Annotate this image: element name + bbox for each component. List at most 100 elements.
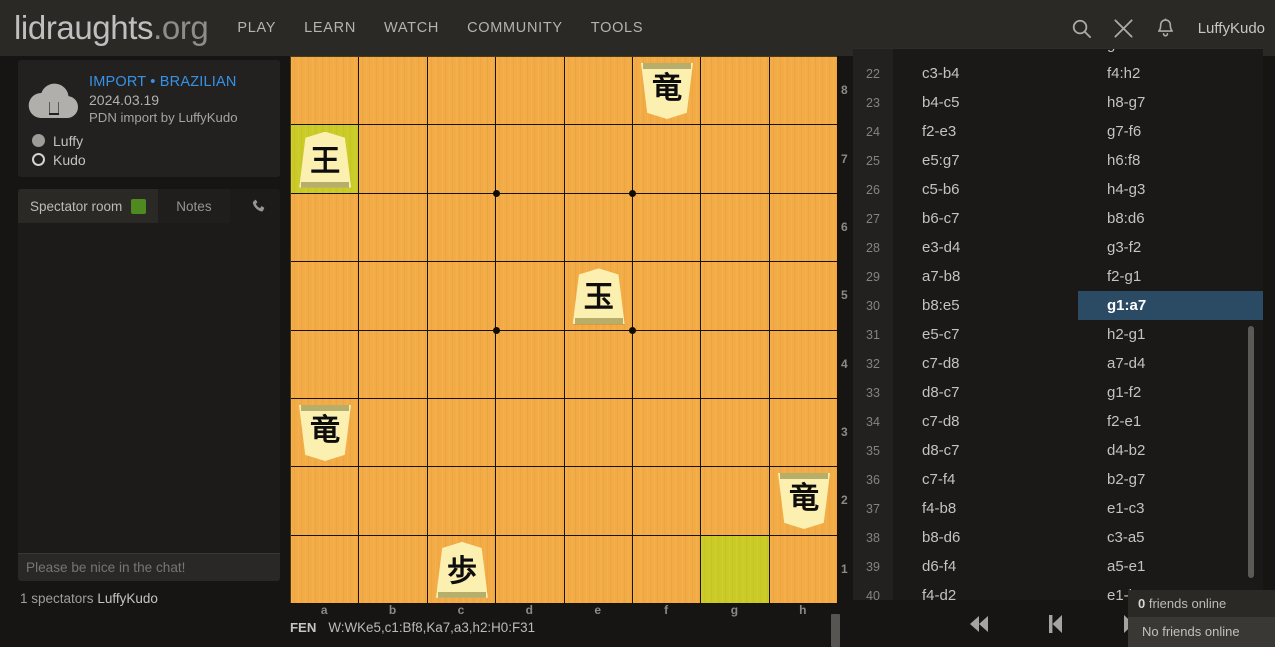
nav-item-community[interactable]: COMMUNITY [467,20,563,36]
move-white[interactable]: c7-d8 [893,349,1078,378]
move-white[interactable]: b4-c5 [893,88,1078,117]
move-black[interactable]: g1:a7 [1078,291,1263,320]
board-square-c7[interactable] [427,125,497,194]
friends-widget[interactable]: 0 friends online No friends online [1128,590,1275,647]
move-black[interactable]: d4-b2 [1078,436,1263,465]
piece-c1[interactable]: 歩 [428,536,496,604]
board-square-h6[interactable] [769,193,838,263]
board-square-h4[interactable] [769,330,838,399]
nav-item-learn[interactable]: LEARN [304,20,356,36]
bell-icon[interactable] [1154,17,1177,40]
board-square-g1[interactable] [701,535,770,604]
move-list[interactable]: 21f4-c5g5-f422c3-b4f4:h223b4-c5h8-g724f2… [853,48,1263,600]
player-row-white[interactable]: Kudo [32,150,86,169]
player-row-black[interactable]: Luffy [32,131,86,150]
board-square-h5[interactable] [769,262,838,331]
board-square-a6[interactable] [291,193,360,263]
move-white[interactable]: c3-b4 [893,59,1078,88]
chat-input[interactable] [18,553,280,581]
board-square-g6[interactable] [701,193,770,263]
board-square-e1[interactable] [564,535,633,604]
board-square-f6[interactable] [632,193,702,263]
board-square-a2[interactable] [291,467,360,536]
board-square-c4[interactable] [427,330,497,399]
tab-notes[interactable]: Notes [158,189,230,223]
page-scrollbar-thumb[interactable] [831,614,840,647]
board-square-a1[interactable] [291,535,360,604]
move-black[interactable]: a7-d4 [1078,349,1263,378]
board-square-a8[interactable] [291,57,360,126]
tab-spectator-room[interactable]: Spectator room [18,189,159,223]
search-icon[interactable] [1070,17,1093,40]
move-white[interactable]: b6-c7 [893,204,1078,233]
game-type-link[interactable]: IMPORT • BRAZILIAN [89,74,238,90]
phone-icon[interactable] [250,197,268,215]
move-black[interactable]: g5-f4 [1078,49,1263,59]
move-white[interactable]: d8-c7 [893,378,1078,407]
move-black[interactable]: c3-a5 [1078,523,1263,552]
board-square-c6[interactable] [427,193,497,263]
board-square-g3[interactable] [701,398,770,468]
friends-header[interactable]: 0 friends online [1128,590,1275,617]
board-square-f3[interactable] [632,398,702,468]
nav-item-play[interactable]: PLAY [237,20,276,36]
move-black[interactable]: e1-c3 [1078,494,1263,523]
spectator-names[interactable]: LuffyKudo [97,591,158,606]
previous-move-button[interactable] [1041,610,1069,638]
piece-h2[interactable]: 竜 [770,467,838,535]
board-square-f4[interactable] [632,330,702,399]
board-square-b6[interactable] [359,193,428,263]
user-menu-link[interactable]: LuffyKudo [1198,20,1265,37]
board-square-a4[interactable] [291,330,360,399]
board-square-c3[interactable] [427,398,497,468]
move-white[interactable]: b8:e5 [893,291,1078,320]
board-square-a5[interactable] [291,262,360,331]
board-square-e7[interactable] [564,125,633,194]
move-black[interactable]: b8:d6 [1078,204,1263,233]
move-white[interactable]: e5-c7 [893,320,1078,349]
move-white[interactable]: c7-f4 [893,465,1078,494]
board-square-h7[interactable] [769,125,838,194]
move-black[interactable]: f2-g1 [1078,262,1263,291]
move-black[interactable]: f2-e1 [1078,407,1263,436]
board-square-d3[interactable] [496,398,565,468]
nav-item-tools[interactable]: TOOLS [591,20,643,36]
move-white[interactable]: d6-f4 [893,552,1078,581]
board-square-e8[interactable] [564,57,633,126]
move-white[interactable]: e3-d4 [893,233,1078,262]
move-black[interactable]: h6:f8 [1078,146,1263,175]
board-square-g8[interactable] [701,57,770,126]
board-square-f5[interactable] [632,262,702,331]
move-white[interactable]: f4-c5 [893,49,1078,59]
board-square-e6[interactable] [564,193,633,263]
move-white[interactable]: b8-d6 [893,523,1078,552]
board-square-c5[interactable] [427,262,497,331]
board-square-e2[interactable] [564,467,633,536]
move-list-scrollbar-thumb[interactable] [1248,326,1254,578]
board-square-f7[interactable] [632,125,702,194]
move-white[interactable]: c5-b6 [893,175,1078,204]
piece-a3[interactable]: 竜 [291,399,359,467]
move-black[interactable]: g1-f2 [1078,378,1263,407]
move-black[interactable]: a5-e1 [1078,552,1263,581]
board-square-g4[interactable] [701,330,770,399]
board-square-b8[interactable] [359,57,428,126]
board-square-g5[interactable] [701,262,770,331]
fen-value[interactable]: W:WKe5,c1:Bf8,Ka7,a3,h2:H0:F31 [328,620,535,635]
board-square-h3[interactable] [769,398,838,468]
first-move-button[interactable] [965,610,993,638]
board-square-b4[interactable] [359,330,428,399]
move-white[interactable]: c7-d8 [893,407,1078,436]
move-black[interactable]: h4-g3 [1078,175,1263,204]
board-square-c2[interactable] [427,467,497,536]
move-white[interactable]: a7-b8 [893,262,1078,291]
draughts-board[interactable]: 竜王玉竜竜歩 [290,56,838,604]
board-square-d8[interactable] [496,57,565,126]
move-black[interactable]: g7-f6 [1078,117,1263,146]
board-square-d5[interactable] [496,262,565,331]
board-square-e4[interactable] [564,330,633,399]
board-square-b7[interactable] [359,125,428,194]
nav-item-watch[interactable]: WATCH [384,20,439,36]
move-white[interactable]: f4-d2 [893,581,1078,600]
site-logo[interactable]: lidraughts.org [14,9,209,47]
